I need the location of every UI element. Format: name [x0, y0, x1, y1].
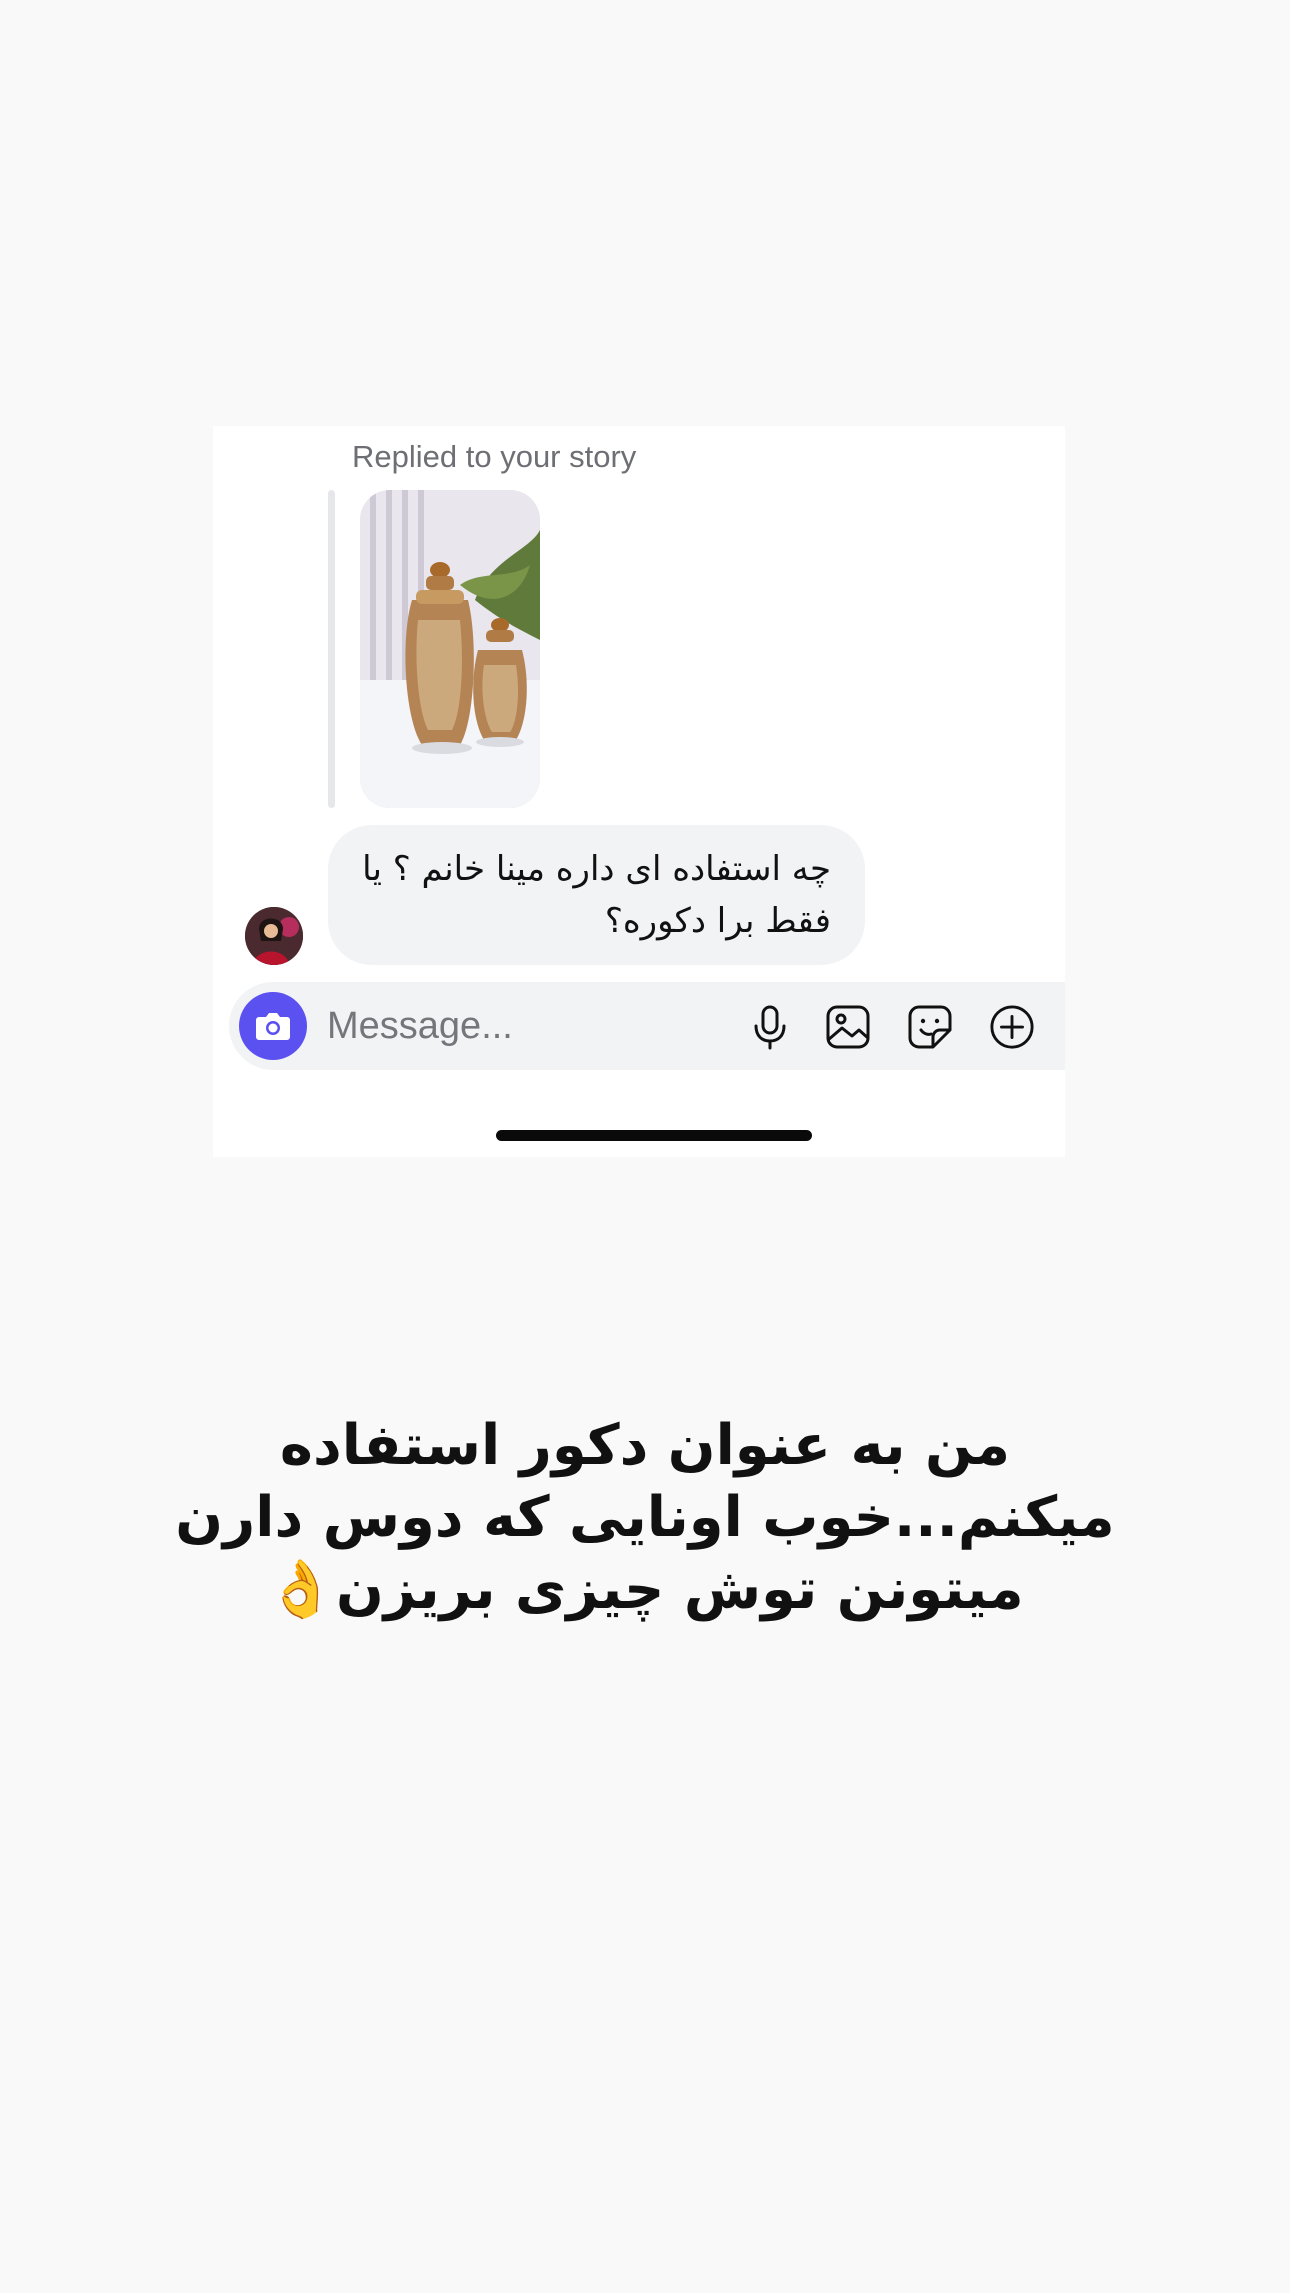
quote-bar [328, 490, 335, 808]
story-thumbnail[interactable] [360, 490, 540, 808]
replied-to-story-label: Replied to your story [352, 439, 637, 474]
incoming-message-bubble[interactable]: چه استفاده ای داره مینا خانم ؟ یا فقط بر… [328, 825, 865, 965]
story-caption: من به عنوان دکور استفاده میکنم...خوب اون… [175, 1413, 1115, 1622]
message-input[interactable] [327, 998, 707, 1054]
home-indicator [496, 1130, 812, 1141]
gallery-button[interactable] [825, 1004, 871, 1050]
gallery-icon [826, 1005, 870, 1049]
camera-button[interactable] [239, 992, 307, 1060]
camera-icon [256, 1013, 290, 1040]
sender-avatar[interactable] [245, 907, 303, 965]
plus-button[interactable] [989, 1004, 1035, 1050]
sticker-button[interactable] [907, 1004, 953, 1050]
message-composer [229, 982, 1065, 1070]
dm-screenshot-card: Replied to your story چه استفاده ای داره… [213, 426, 1065, 1157]
sticker-icon [908, 1005, 952, 1049]
plus-icon [990, 1005, 1034, 1049]
incoming-message-text: چه استفاده ای داره مینا خانم ؟ یا فقط بر… [362, 849, 831, 941]
microphone-button[interactable] [747, 1004, 793, 1050]
microphone-icon [754, 1005, 786, 1050]
